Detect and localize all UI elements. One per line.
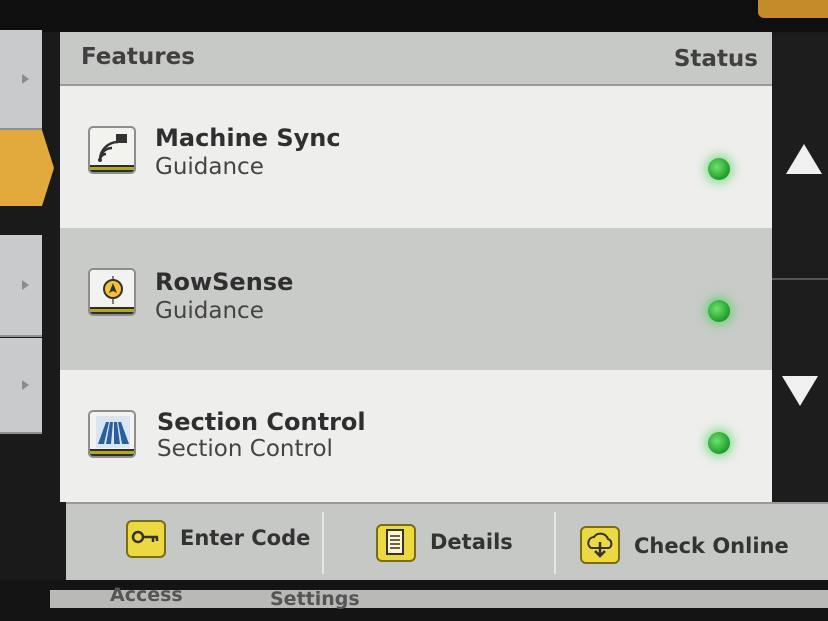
feature-subtitle: Guidance bbox=[155, 154, 264, 180]
bottom-toolbar: Enter Code Details Check Online bbox=[66, 502, 828, 580]
left-tab-4[interactable] bbox=[0, 338, 42, 434]
status-indicator-icon bbox=[708, 158, 730, 180]
details-button[interactable]: Details bbox=[324, 504, 554, 580]
scroll-column bbox=[772, 36, 828, 506]
features-header: Features Status bbox=[60, 32, 772, 86]
enter-code-button[interactable]: Enter Code bbox=[66, 504, 322, 580]
left-tab-3[interactable] bbox=[0, 235, 42, 337]
details-label: Details bbox=[430, 530, 513, 554]
status-indicator-icon bbox=[708, 300, 730, 322]
left-tab-1[interactable] bbox=[0, 30, 42, 130]
left-tab-active[interactable] bbox=[0, 130, 54, 206]
document-icon bbox=[376, 524, 416, 562]
cloud-download-icon bbox=[580, 526, 620, 564]
bottom-tab-access[interactable]: Access bbox=[110, 584, 183, 606]
feature-subtitle: Section Control bbox=[157, 436, 333, 462]
machine-sync-icon bbox=[88, 126, 136, 174]
chevron-right-icon bbox=[22, 280, 29, 290]
top-bezel bbox=[0, 0, 828, 32]
feature-title: Machine Sync bbox=[155, 124, 341, 152]
left-tab-column bbox=[0, 30, 54, 590]
feature-title: Section Control bbox=[157, 408, 366, 436]
chevron-right-icon bbox=[22, 380, 29, 390]
arrow-down-icon bbox=[782, 376, 818, 406]
key-icon bbox=[126, 520, 166, 558]
enter-code-label: Enter Code bbox=[180, 526, 311, 550]
feature-row-machine-sync[interactable]: Machine Sync Guidance bbox=[60, 86, 772, 228]
rowsense-icon bbox=[88, 268, 136, 316]
check-online-label: Check Online bbox=[634, 534, 789, 558]
status-column-header: Status bbox=[673, 46, 758, 72]
scroll-up-button[interactable] bbox=[772, 36, 828, 274]
check-online-button[interactable]: Check Online bbox=[556, 504, 828, 580]
feature-title: RowSense bbox=[155, 268, 294, 296]
feature-row-rowsense[interactable]: RowSense Guidance bbox=[60, 228, 772, 370]
arrow-up-icon bbox=[786, 144, 822, 174]
chevron-right-icon bbox=[22, 74, 29, 84]
feature-subtitle: Guidance bbox=[155, 298, 264, 324]
features-panel: Features Status Machine Sync Guidance Ro… bbox=[60, 32, 772, 502]
top-right-button[interactable] bbox=[758, 0, 828, 18]
feature-row-section-control[interactable]: Section Control Section Control bbox=[60, 370, 772, 502]
section-control-icon bbox=[88, 410, 136, 458]
bottom-tab-strip: Access Settings bbox=[50, 584, 828, 610]
scroll-down-button[interactable] bbox=[772, 278, 828, 508]
features-column-header: Features bbox=[81, 44, 195, 70]
bottom-bezel: Access Settings bbox=[0, 580, 828, 621]
bottom-tab-settings[interactable]: Settings bbox=[270, 588, 360, 610]
status-indicator-icon bbox=[708, 432, 730, 454]
